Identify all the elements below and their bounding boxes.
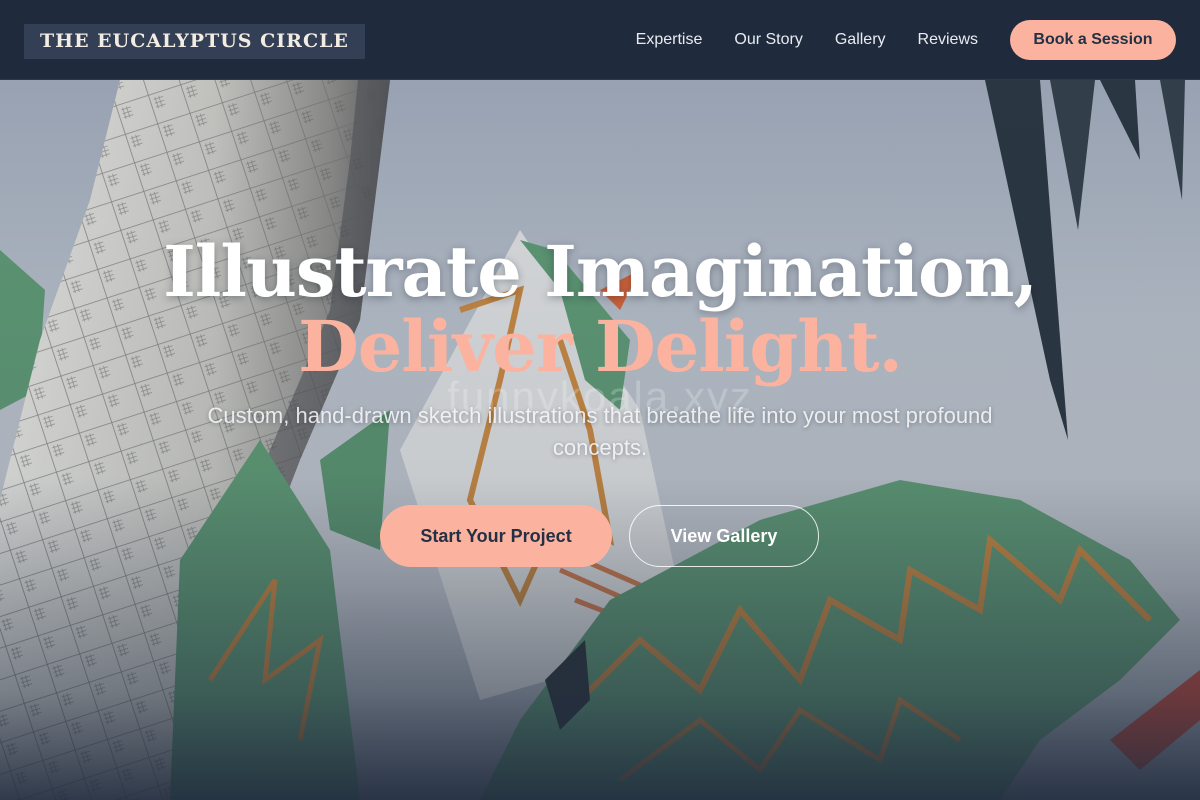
nav-link-gallery[interactable]: Gallery bbox=[835, 31, 886, 49]
hero-headline-line1: Illustrate Imagination, bbox=[163, 230, 1038, 313]
book-session-button[interactable]: Book a Session bbox=[1010, 20, 1176, 60]
nav-link-our-story[interactable]: Our Story bbox=[734, 31, 802, 49]
hero-subtitle: Custom, hand-drawn sketch illustrations … bbox=[207, 403, 993, 460]
main-nav: Expertise Our Story Gallery Reviews bbox=[636, 0, 978, 80]
view-gallery-button[interactable]: View Gallery bbox=[629, 505, 819, 567]
nav-link-reviews[interactable]: Reviews bbox=[918, 31, 978, 49]
hero-content: Illustrate Imagination, Deliver Delight.… bbox=[0, 80, 1200, 800]
hero-section: Illustrate Imagination, Deliver Delight.… bbox=[0, 80, 1200, 800]
top-navbar: THE EUCALYPTUS CIRCLE Expertise Our Stor… bbox=[0, 0, 1200, 80]
brand-logo[interactable]: THE EUCALYPTUS CIRCLE bbox=[24, 24, 365, 59]
landing-page: THE EUCALYPTUS CIRCLE Expertise Our Stor… bbox=[0, 0, 1200, 800]
nav-link-expertise[interactable]: Expertise bbox=[636, 31, 703, 49]
start-project-button[interactable]: Start Your Project bbox=[380, 505, 612, 567]
